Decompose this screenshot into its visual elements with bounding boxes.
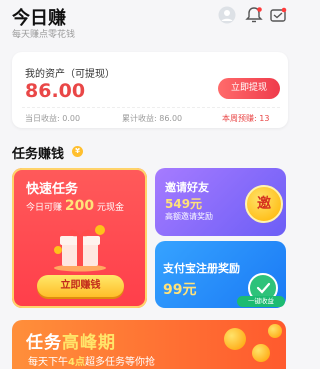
banner-subtitle: 每天下午4点超多任务等你抢 [28,353,155,368]
gift-box-icon [50,220,110,272]
banner-sub-b: 4点 [68,357,85,368]
invite-desc: 高额邀请奖励 [165,212,213,221]
banner-sub-c: 超多任务等你抢 [84,357,155,368]
quick-task-title: 快速任务 [26,182,79,197]
week-earnings[interactable]: 本周预赚: 13 [222,113,269,124]
banner-sub-a: 每天下午 [28,357,68,368]
coin-icon [268,324,282,338]
invite-amount: 549元 [165,197,203,211]
coin-icon: ¥ [72,146,83,157]
quick-task-subtitle: 今日可赚 200 元现金 [26,198,124,214]
banner-title: 任务高峰期 [26,328,116,353]
today-earnings: 当日收益: 0.00 [25,114,81,123]
quick-task-amount: 200 [64,198,95,214]
banner-title-a: 任务 [26,333,62,353]
task-peak-banner[interactable]: 任务高峰期 每天下午4点超多任务等你抢 [12,320,286,369]
quick-task-card[interactable]: 快速任务 今日可赚 200 元现金 立即赚钱 [12,168,147,308]
alipay-amount: 99元 [163,282,197,298]
invite-coin-icon: 邀 [245,185,283,223]
bell-icon[interactable] [245,6,263,24]
asset-amount: 86.00 [25,80,86,102]
collect-button[interactable]: 一键收益 [237,296,285,307]
avatar-icon[interactable] [218,6,236,24]
invite-title: 邀请好友 [165,181,209,194]
quick-task-suffix: 元现金 [97,203,125,213]
alipay-card[interactable]: 支付宝注册奖励 99元 一键收益 [155,241,286,308]
page-subtitle: 每天赚点零花钱 [12,30,76,40]
quick-task-prefix: 今日可赚 [26,203,63,213]
earn-now-button[interactable]: 立即赚钱 [37,275,124,297]
coin-icon [252,344,270,362]
withdraw-button[interactable]: 立即提现 [218,78,280,99]
asset-card: 我的资产（可提现） 86.00 立即提现 当日收益: 0.00 累计收益: 86… [12,52,288,128]
header: 今日赚 每天赚点零花钱 [0,0,291,48]
alipay-title: 支付宝注册奖励 [163,262,240,275]
invite-card[interactable]: 邀请好友 549元 高额邀请奖励 邀 [155,168,286,236]
asset-label: 我的资产（可提现） [25,69,115,80]
banner-title-b: 高峰期 [62,333,116,353]
section-title: 任务赚钱 [12,147,65,162]
coin-icon [224,328,246,350]
message-icon[interactable] [269,6,287,24]
divider [22,107,280,108]
total-earnings: 累计收益: 86.00 [122,114,183,123]
